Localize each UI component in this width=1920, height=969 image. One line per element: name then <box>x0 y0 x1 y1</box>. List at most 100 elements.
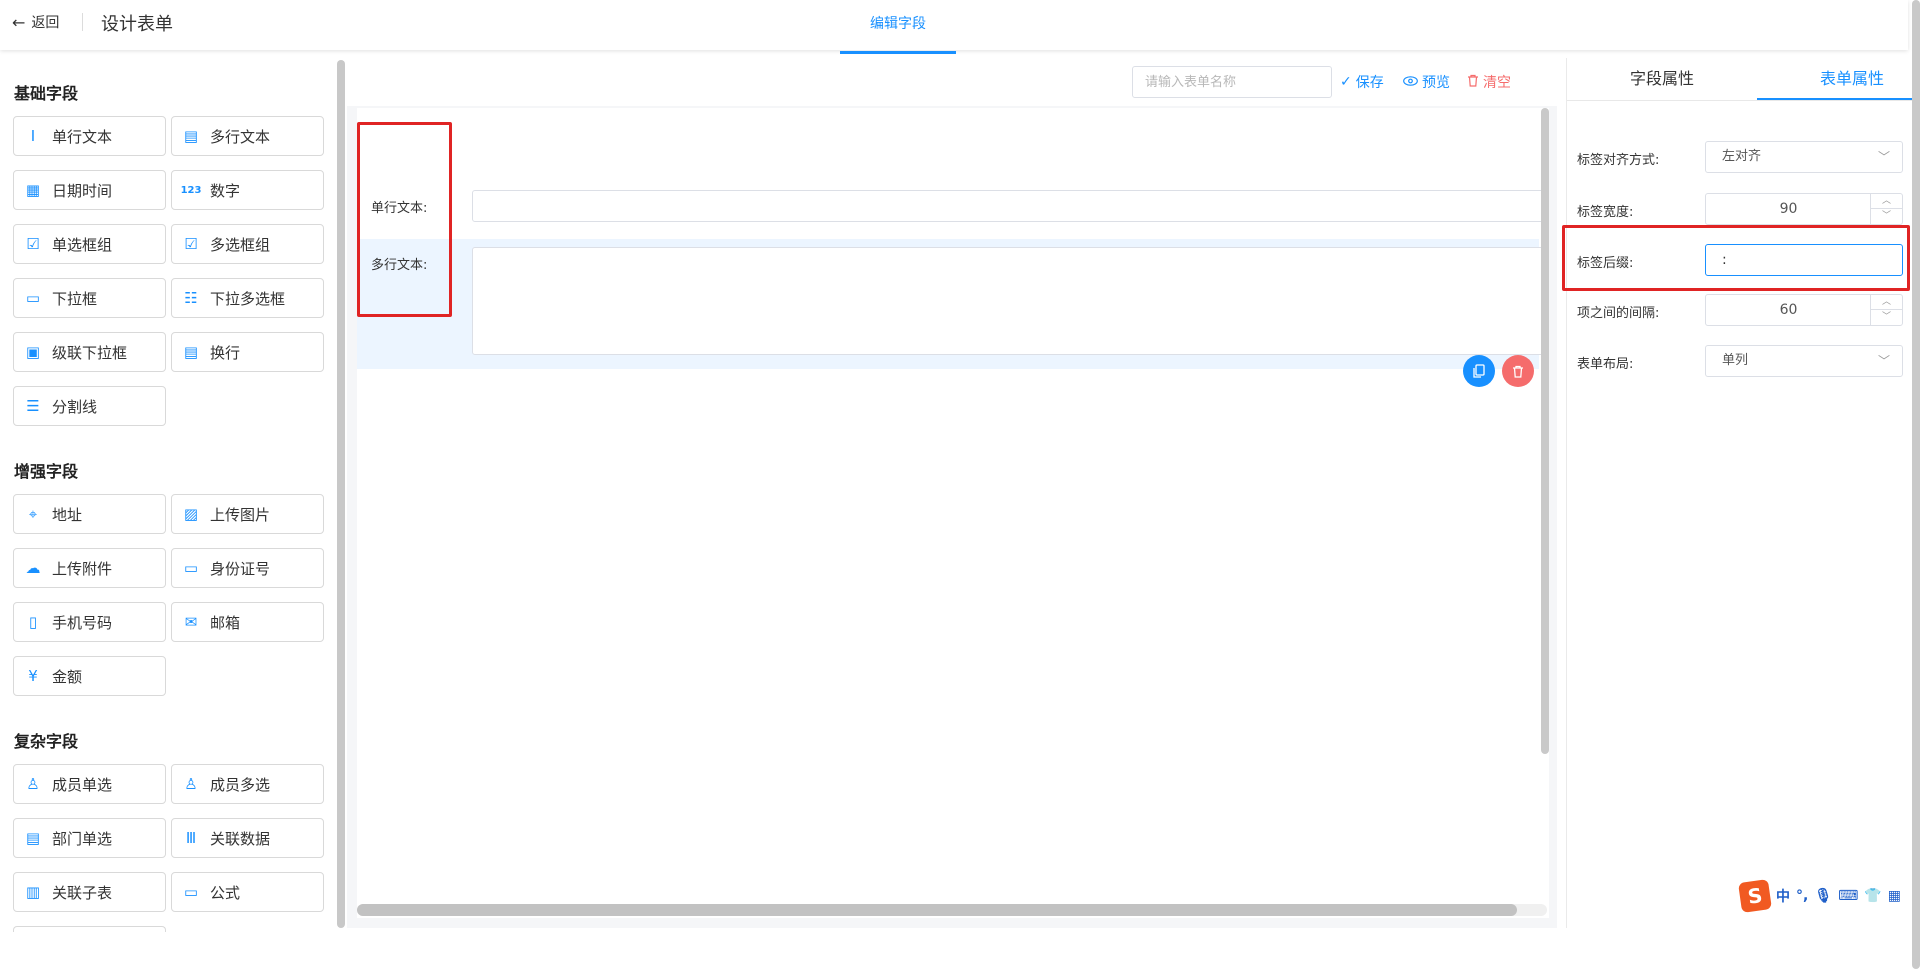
item-gap-stepper[interactable]: 60 ︿ ﹀ <box>1705 294 1903 326</box>
number-icon: 123 <box>180 184 202 196</box>
field-item-label: 关联子表 <box>52 883 113 902</box>
field-item-basic-6[interactable]: ▭ 下拉框 <box>13 278 166 318</box>
field-item-enhanced-0[interactable]: ⌖ 地址 <box>13 494 166 534</box>
section-complex-fields: 复杂字段 <box>14 732 79 751</box>
grid-menu-icon[interactable]: ▦ <box>1888 888 1901 904</box>
properties-panel: 字段属性 表单属性 标签对齐方式: 左对齐 ﹀ 标签宽度: 90 ︿ ﹀ 标签后… <box>1566 58 1920 928</box>
copy-field-button[interactable] <box>1463 355 1495 387</box>
formula-icon: ▭ <box>183 883 199 901</box>
field-item-enhanced-5[interactable]: ✉ 邮箱 <box>171 602 324 642</box>
label-width-label: 标签宽度: <box>1577 205 1634 220</box>
tab-field-properties[interactable]: 字段属性 <box>1567 58 1757 100</box>
header-divider <box>82 13 83 31</box>
app-header: ← 返回 设计表单 编辑字段 <box>0 0 1908 54</box>
field-item-label: 多行文本 <box>210 127 271 146</box>
field-item-basic-3[interactable]: 123 数字 <box>171 170 324 210</box>
field-item-enhanced-4[interactable]: ▯ 手机号码 <box>13 602 166 642</box>
label-width-stepper[interactable]: 90 ︿ ﹀ <box>1705 193 1903 225</box>
field-item-complex-5[interactable]: ▭ 公式 <box>171 872 324 912</box>
field-item-enhanced-3[interactable]: ▭ 身份证号 <box>171 548 324 588</box>
field-item-complex-1[interactable]: ♙ 成员多选 <box>171 764 324 804</box>
eye-icon <box>1403 74 1418 90</box>
divider-icon: ☰ <box>26 397 40 415</box>
field-palette: 基础字段 Ⅰ 单行文本 ▤ 多行文本 ▦ 日期时间 123 数字 ☑ 单选框组 ☑ 多选框组 ▭ 下拉框 ☷… <box>0 62 333 932</box>
multi-text-field[interactable] <box>472 247 1544 355</box>
increment-icon[interactable]: ︿ <box>1871 295 1902 310</box>
ime-chinese-mode[interactable]: 中 <box>1776 886 1790 906</box>
field-item-label: 分割线 <box>52 397 98 416</box>
field-item-basic-9[interactable]: ▤ 换行 <box>171 332 324 372</box>
label-suffix-label: 标签后缀: <box>1577 256 1634 271</box>
calendar-icon: ▦ <box>25 181 41 199</box>
back-label: 返回 <box>31 15 60 31</box>
field-item-label: 上传附件 <box>52 559 113 578</box>
canvas-vertical-scrollbar[interactable] <box>1541 108 1549 754</box>
field-partial-item <box>13 926 166 932</box>
page-title: 设计表单 <box>101 14 173 35</box>
chevron-down-icon: ﹀ <box>1877 150 1890 164</box>
ime-punctuation-mode[interactable]: °, <box>1796 888 1808 904</box>
back-button[interactable]: ← 返回 <box>12 12 59 32</box>
phone-icon: ▯ <box>28 613 38 631</box>
field-item-label: 邮箱 <box>210 613 241 632</box>
field-item-label: 部门单选 <box>52 829 113 848</box>
field-item-label: 手机号码 <box>52 613 113 632</box>
sogou-logo-icon[interactable]: S <box>1738 879 1772 913</box>
clear-label: 清空 <box>1483 75 1511 91</box>
field-item-basic-1[interactable]: ▤ 多行文本 <box>171 116 324 156</box>
field-item-label: 下拉框 <box>52 289 98 308</box>
barcode-icon: Ⅲ <box>185 829 197 847</box>
decrement-icon[interactable]: ﹀ <box>1871 310 1902 325</box>
label-align-select[interactable]: 左对齐 ﹀ <box>1705 141 1903 173</box>
delete-field-button[interactable] <box>1502 355 1534 387</box>
preview-button[interactable]: 预览 <box>1403 72 1450 92</box>
location-icon: ⌖ <box>28 505 38 523</box>
single-text-field[interactable] <box>472 190 1544 222</box>
field-item-label: 换行 <box>210 343 241 362</box>
save-button[interactable]: ✓ 保存 <box>1340 72 1384 92</box>
field-item-complex-4[interactable]: ▥ 关联子表 <box>13 872 166 912</box>
skin-icon[interactable]: 👕 <box>1864 888 1881 904</box>
mail-icon: ✉ <box>184 613 198 631</box>
subtable-icon: ▥ <box>25 883 41 901</box>
field-item-basic-2[interactable]: ▦ 日期时间 <box>13 170 166 210</box>
form-name-input[interactable] <box>1132 66 1332 98</box>
field-item-complex-0[interactable]: ♙ 成员单选 <box>13 764 166 804</box>
microphone-icon[interactable]: 🎙 <box>1814 888 1832 904</box>
decrement-icon[interactable]: ﹀ <box>1871 209 1902 224</box>
field-item-enhanced-2[interactable]: ☁ 上传附件 <box>13 548 166 588</box>
layout-select[interactable]: 单列 ﹀ <box>1705 345 1903 377</box>
delete-icon <box>1513 365 1523 378</box>
field-item-enhanced-6[interactable]: ¥ 金额 <box>13 656 166 696</box>
ime-toolbar: S 中 °, 🎙 ⌨ 👕 ▦ <box>1738 879 1920 913</box>
trash-icon <box>1467 74 1479 91</box>
field-item-basic-5[interactable]: ☑ 多选框组 <box>171 224 324 264</box>
field-item-enhanced-1[interactable]: ▨ 上传图片 <box>171 494 324 534</box>
tab-form-properties[interactable]: 表单属性 <box>1757 58 1920 100</box>
tab-edit-fields[interactable]: 编辑字段 <box>840 0 956 54</box>
increment-icon[interactable]: ︿ <box>1871 194 1902 209</box>
field-item-basic-10[interactable]: ☰ 分割线 <box>13 386 166 426</box>
field-item-label: 级联下拉框 <box>52 343 128 362</box>
clear-button[interactable]: 清空 <box>1467 72 1511 92</box>
field-label-multi: 多行文本: <box>371 258 428 273</box>
save-label: 保存 <box>1355 75 1384 91</box>
id-card-icon: ▭ <box>183 559 199 577</box>
page-scrollbar[interactable] <box>1912 0 1920 969</box>
textarea-icon: ▤ <box>183 127 199 145</box>
field-item-complex-2[interactable]: ▤ 部门单选 <box>13 818 166 858</box>
tabs-divider <box>1567 100 1913 101</box>
label-suffix-input[interactable] <box>1705 244 1903 276</box>
designer-toolbar: ✓ 保存 预览 清空 <box>347 58 1557 106</box>
field-item-basic-4[interactable]: ☑ 单选框组 <box>13 224 166 264</box>
field-item-basic-0[interactable]: Ⅰ 单行文本 <box>13 116 166 156</box>
palette-scrollbar[interactable] <box>337 60 345 928</box>
arrow-left-icon: ← <box>12 12 26 32</box>
field-item-basic-7[interactable]: ☷ 下拉多选框 <box>171 278 324 318</box>
field-item-basic-8[interactable]: ▣ 级联下拉框 <box>13 332 166 372</box>
field-item-complex-3[interactable]: Ⅲ 关联数据 <box>171 818 324 858</box>
cascader-icon: ▣ <box>25 343 41 361</box>
canvas-horizontal-scrollbar[interactable] <box>357 904 1517 916</box>
keyboard-icon[interactable]: ⌨ <box>1838 888 1858 904</box>
field-item-label: 身份证号 <box>210 559 271 578</box>
